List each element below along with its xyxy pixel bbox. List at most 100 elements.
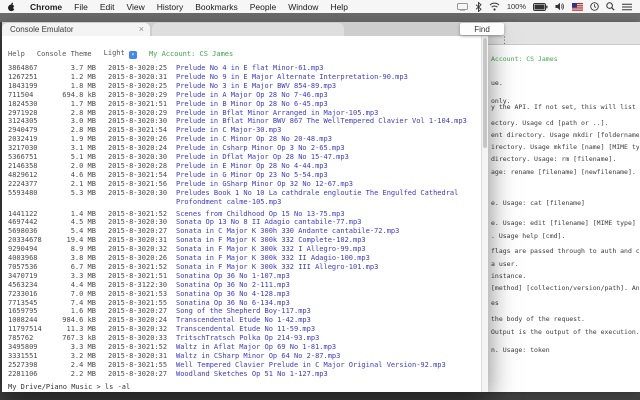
file-id: 4563234 [8,280,38,289]
file-size: 7.4 MB [70,298,96,307]
help-link[interactable]: Help [8,49,25,59]
find-button[interactable]: Find [460,23,504,35]
file-link[interactable]: Waltz in CSharp Minor Op 64 No 2-87.mp3 [174,352,478,361]
my-account-link[interactable]: My Account: CS James [149,49,233,59]
kebab-menu-icon[interactable]: ⋮ [500,37,509,46]
file-link[interactable]: Prelude No 9 in E Major Alternate Interp… [174,73,478,82]
file-date: 2015-8-30 [108,81,146,90]
file-link[interactable]: Prelude in G Minor Op 23 No 5-54.mp3 [174,171,478,180]
display-icon[interactable] [456,2,468,11]
file-link[interactable]: Prelude No 3 in E Major BWV 854-89.mp3 [174,82,478,91]
file-time: 20:29 [146,108,168,117]
file-link[interactable]: Well Tempered Clavier Prelude in C Major… [174,361,478,370]
file-time: 20:31 [146,236,168,245]
file-date: 2015-8-30 [108,227,146,236]
file-table: 3864867 3.7 MB 2015-8-30 20:25 Prelude No 4 … [8,64,478,379]
file-id: 4003968 [8,254,38,263]
theme-selector[interactable]: Light ▾ [104,48,137,59]
tab-close-icon[interactable]: × [133,25,150,34]
wifi-icon[interactable] [489,2,500,11]
file-link[interactable]: Sonata in F Major K 300k 332 Complete-10… [174,236,478,245]
file-date: 2015-8-30 [108,289,146,298]
spotlight-search-icon[interactable] [606,2,615,11]
file-link[interactable]: Sonata in C Major K 300h 330 Andante can… [174,227,478,236]
volume-icon[interactable] [555,2,565,11]
table-row: 3331551 3.2 MB 2015-8-30 20:31 Waltz in CSha… [8,352,478,361]
table-row: 2971928 2.8 MB 2015-8-30 20:29 Prelude in Bf… [8,109,478,118]
file-link[interactable]: TritschTratsch Polka Op 214-93.mp3 [174,334,478,343]
file-link[interactable]: Sonatina Op 36 No 4-128.mp3 [174,290,478,299]
notification-center-icon[interactable] [622,3,632,11]
file-time: 20:27 [146,369,168,378]
file-link[interactable]: Sonata in F Major K 300k 332 III Allegro… [174,263,478,272]
file-link[interactable]: Sonata in F Major K 300k 332 II Adagio-1… [174,254,478,263]
scrollbar-thumb[interactable] [483,38,487,148]
file-link[interactable]: Preludes Book 1 No 10 La cathdrale englo… [174,189,478,207]
file-link[interactable]: Prelude No 4 in E flat Minor-61.mp3 [174,64,478,73]
file-link[interactable]: Prelude in Csharp Minor Op 3 No 2-65.mp3 [174,144,478,153]
file-date: 2015-8-30 [108,360,146,369]
table-row: 7233016 7.0 MB 2015-8-30 21:53 Sonatina Op 3… [8,290,478,299]
apple-logo-icon[interactable] [7,2,16,12]
file-link[interactable]: Transcendental Etude No 11-59.mp3 [174,325,478,334]
file-date: 2015-8-30 [108,126,146,135]
file-time: 20:26 [146,135,168,144]
battery-icon[interactable] [533,2,548,11]
table-row: 3470719 3.3 MB 2015-8-30 21:51 Sonatina Op 3… [8,272,478,281]
table-row: 5593480 5.3 MB 2015-8-30 20:30 Preludes Book… [8,189,478,207]
menu-people[interactable]: People [244,2,282,12]
menu-history[interactable]: History [151,2,189,12]
table-row: 3124305 3.0 MB 2015-8-30 20:30 Prelude in Bf… [8,117,478,126]
file-link[interactable]: Prelude in Bflat Minor Arranged in Major… [174,109,478,118]
file-link[interactable]: Prelude in A Major Op 28 No 7-46.mp3 [174,91,478,100]
file-date: 2015-8-30 [108,179,146,188]
menu-file[interactable]: File [68,2,94,12]
menu-window[interactable]: Window [282,2,324,12]
menu-chrome[interactable]: Chrome [24,2,68,12]
file-link[interactable]: Transcendental Etude No 1-42.mp3 [174,316,478,325]
bluetooth-icon[interactable] [475,1,482,12]
file-link[interactable]: Sonatina Op 36 No 2-111.mp3 [174,281,478,290]
clipped-help-line: instance. [491,272,527,280]
inactive-tab-area[interactable] [152,23,344,36]
file-date: 2015-8-30 [108,99,146,108]
file-link[interactable]: Waltz in Aflat Major Op 69 No 1-81.mp3 [174,343,478,352]
table-row: 9290494 8.9 MB 2015-8-30 20:32 Sonata in F M… [8,245,478,254]
file-date: 2015-8-30 [108,188,146,197]
file-id: 2971928 [8,108,38,117]
menu-view[interactable]: View [120,2,150,12]
menu-edit[interactable]: Edit [94,2,121,12]
table-row: 5698036 5.4 MB 2015-8-30 20:27 Sonata in C M… [8,227,478,236]
file-link[interactable]: Prelude in C Minor Op 28 No 20-48.mp3 [174,135,478,144]
console-prompt[interactable]: My Drive/Piano Music > ls -al [8,383,478,392]
file-link[interactable]: Sonata Op 13 No 8 II Adagio cantabile-77… [174,218,478,227]
clipped-help-line: [method] [collection/version/path]. Any [491,284,639,292]
vertical-scrollbar[interactable] [481,36,488,392]
file-link[interactable]: Prelude in Dflat Major Op 28 No 15-47.mp… [174,153,478,162]
file-link[interactable]: Sonata in F Major K 300k 332 I Allegro-9… [174,245,478,254]
file-link[interactable]: Sonatina Op 36 No 1-107.mp3 [174,272,478,281]
menu-help[interactable]: Help [324,2,353,12]
keyboard-flag-icon[interactable] [572,2,583,11]
file-link[interactable]: Prelude in E Minor Op 28 No 4-44.mp3 [174,162,478,171]
background-browser-window[interactable]: Account: CS James ue. only. y the API. If … [488,22,640,392]
tab-console-emulator[interactable]: Console Emulator × [2,23,150,36]
file-link[interactable]: Woodland Sketches Op 51 No 1-127.mp3 [174,370,478,379]
clock-icon[interactable] [590,2,599,11]
file-link[interactable]: Sonatina Op 36 No 6-134.mp3 [174,299,478,308]
file-link[interactable]: Scenes from Childhood Op 15 No 13-75.mp3 [174,210,478,219]
file-date: 2015-8-30 [108,144,146,153]
file-date: 2015-8-30 [108,298,146,307]
file-link[interactable]: Prelude in B Minor Op 28 No 6-45.mp3 [174,100,478,109]
file-link[interactable]: Prelude in GSharp Minor Op 32 No 12-67.m… [174,180,478,189]
file-date: 2015-8-30 [108,236,146,245]
file-time: 20:29 [146,90,168,99]
file-date: 2015-8-30 [108,316,146,325]
menu-bookmarks[interactable]: Bookmarks [189,2,244,12]
file-link[interactable]: Song of the Shepherd Boy-117.mp3 [174,307,478,316]
file-date: 2015-8-30 [108,325,146,334]
clipped-help-line: the body of the request. [491,315,585,323]
theme-dropdown-icon[interactable]: ▾ [128,51,137,59]
file-link[interactable]: Prelude in Bflat Minor BWV 867 The WellT… [174,117,478,126]
file-link[interactable]: Prelude in C Major-30.mp3 [174,126,478,135]
